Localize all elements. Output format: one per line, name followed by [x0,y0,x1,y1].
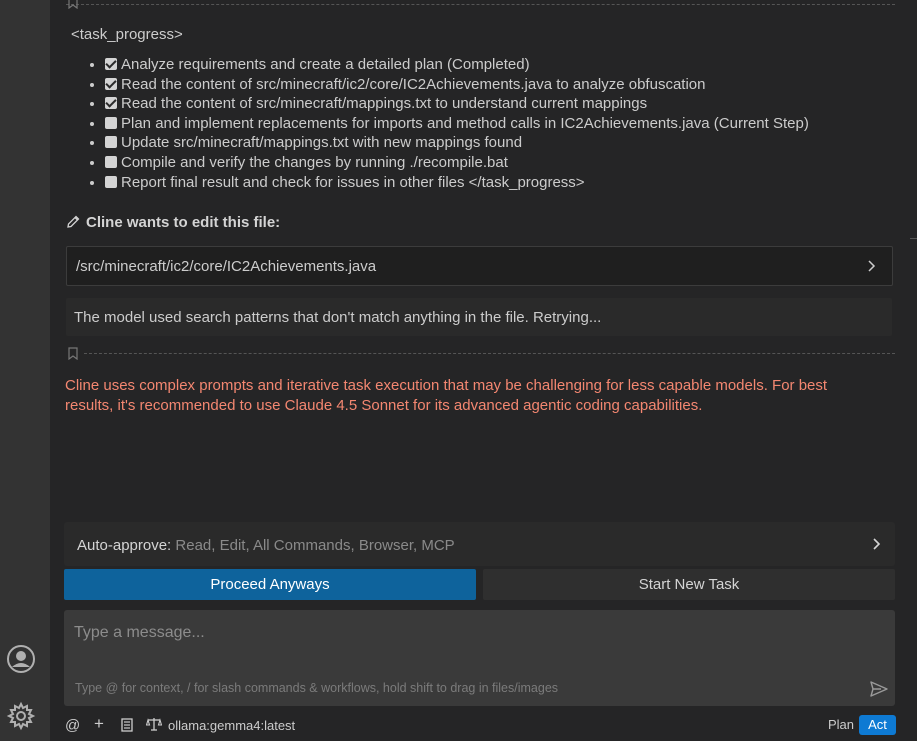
list-item: Compile and verify the changes by runnin… [105,153,809,173]
divider [84,353,895,354]
rules-icon[interactable] [120,718,134,732]
mode-plan-toggle[interactable]: Plan [824,716,858,734]
list-item: Analyze requirements and create a detail… [105,55,809,75]
scrollbar-marker [910,238,917,239]
edit-request-title: Cline wants to edit this file: [66,214,280,231]
checkbox-checked[interactable] [105,77,117,90]
checkbox-unchecked[interactable] [105,136,117,149]
pencil-icon [67,215,80,228]
mention-button[interactable]: @ [65,717,80,734]
checkbox-unchecked[interactable] [105,116,117,129]
bottom-toolbar: @ + ollama:gemma4:latest Plan Act [50,712,917,738]
send-icon[interactable] [869,680,889,698]
account-icon[interactable] [5,643,37,675]
proceed-anyways-button[interactable]: Proceed Anyways [64,569,476,600]
status-message: The model used search patterns that don'… [66,298,892,336]
task-progress-open-tag: <task_progress> [71,26,183,43]
add-button[interactable]: + [94,714,104,734]
message-composer: Type @ for context, / for slash commands… [64,610,895,706]
chevron-right-icon [868,260,876,272]
divider [66,4,895,5]
gear-icon[interactable] [5,700,37,732]
bookmark-icon[interactable] [68,0,78,10]
message-input[interactable] [64,610,864,688]
activity-bar [0,0,50,741]
auto-approve-bar[interactable]: Auto-approve: Read, Edit, All Commands, … [64,522,895,566]
list-item: Read the content of src/minecraft/ic2/co… [105,75,809,95]
list-item: Report final result and check for issues… [105,173,809,193]
auto-approve-value: Read, Edit, All Commands, Browser, MCP [175,537,455,554]
list-item: Plan and implement replacements for impo… [105,114,809,134]
file-path: /src/minecraft/ic2/core/IC2Achievements.… [76,258,377,275]
checkbox-unchecked[interactable] [105,175,117,188]
file-path-row[interactable]: /src/minecraft/ic2/core/IC2Achievements.… [66,246,893,286]
model-warning: Cline uses complex prompts and iterative… [65,377,828,414]
model-selector[interactable]: ollama:gemma4:latest [168,718,295,733]
bookmark-icon[interactable] [68,347,78,361]
input-hint: Type @ for context, / for slash commands… [75,681,559,695]
start-new-task-button[interactable]: Start New Task [483,569,895,600]
checkbox-checked[interactable] [105,97,117,110]
mode-act-toggle[interactable]: Act [859,715,896,735]
checkbox-checked[interactable] [105,58,117,70]
list-item: Update src/minecraft/mappings.txt with n… [105,133,809,153]
chevron-right-icon [873,538,881,550]
checkbox-unchecked[interactable] [105,155,117,168]
list-item: Read the content of src/minecraft/mappin… [105,94,809,114]
scale-icon[interactable] [146,717,162,732]
cline-panel: <task_progress> Analyze requirements and… [50,0,917,741]
task-progress-list: Analyze requirements and create a detail… [85,55,809,192]
auto-approve-label: Auto-approve: [77,537,172,554]
